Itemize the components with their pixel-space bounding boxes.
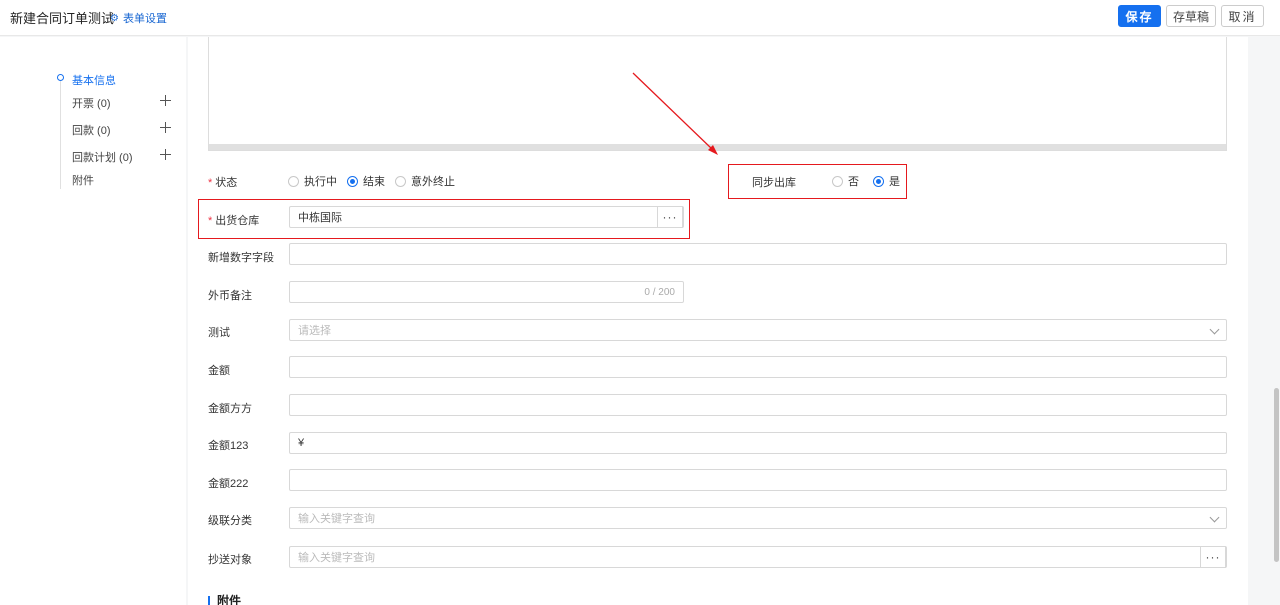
sync-outbound-highlight-box <box>728 164 907 199</box>
amount123-input[interactable]: ¥ <box>289 432 1227 454</box>
fx-note-label: 外币备注 <box>208 290 252 302</box>
chevron-down-icon <box>1209 512 1220 523</box>
amount-fangfang-label: 金额方方 <box>208 403 252 415</box>
gear-icon: ⚙ <box>110 12 119 24</box>
amount222-input[interactable] <box>289 469 1227 491</box>
nav-item-attachment[interactable]: 附件 <box>72 172 94 188</box>
radio-circle-icon <box>395 175 406 187</box>
amount123-label: 金额123 <box>208 440 249 452</box>
amount-fangfang-input[interactable] <box>289 394 1227 416</box>
form-settings-label: 表单设置 <box>122 13 167 25</box>
form-main: * 状态 执行中 结束 意外终止 同步出库 否 是 * 出货仓库 中栋国际 ··· … <box>188 37 1248 605</box>
status-label: * 状态 <box>208 177 238 189</box>
amount222-label: 金额222 <box>208 478 249 490</box>
page-scrollbar[interactable] <box>1274 388 1279 562</box>
cc-picker-button[interactable]: ··· <box>1200 546 1226 568</box>
amount-label: 金额 <box>208 365 230 377</box>
cc-input[interactable]: 输入关键字查询 ··· <box>289 546 1227 568</box>
char-counter: 0 / 200 <box>644 287 675 298</box>
cancel-button[interactable]: 取消 <box>1221 5 1264 27</box>
add-invoice-plus-icon[interactable] <box>160 95 172 107</box>
new-number-field-label: 新增数字字段 <box>208 252 274 264</box>
horizontal-scrollbar[interactable] <box>209 144 1226 150</box>
nav-item-invoice[interactable]: 开票 (0) <box>72 95 111 111</box>
warehouse-highlight-box <box>198 199 690 239</box>
fx-note-input[interactable]: 0 / 200 <box>289 281 684 303</box>
add-payment-plan-plus-icon[interactable] <box>160 149 172 161</box>
status-radio-group: 执行中 结束 意外终止 <box>288 173 455 189</box>
nav-active-dot-icon <box>57 74 64 81</box>
status-option-terminated[interactable]: 意外终止 <box>395 173 455 189</box>
nav-item-basic-info[interactable]: 基本信息 <box>72 72 116 88</box>
cascade-select[interactable]: 输入关键字查询 <box>289 507 1227 529</box>
new-number-field-input[interactable] <box>289 243 1227 265</box>
add-payment-plus-icon[interactable] <box>160 122 172 134</box>
nav-item-payment-plan[interactable]: 回款计划 (0) <box>72 149 133 165</box>
radio-circle-icon <box>288 175 299 187</box>
status-option-executing[interactable]: 执行中 <box>288 173 337 189</box>
save-button[interactable]: 保存 <box>1118 5 1161 27</box>
chevron-down-icon <box>1209 324 1220 335</box>
radio-checked-icon <box>347 175 358 187</box>
rich-text-area[interactable] <box>208 37 1227 151</box>
form-settings-link[interactable]: ⚙ 表单设置 <box>110 10 167 26</box>
attachment-section-title: 附件 <box>208 595 241 605</box>
nav-line <box>60 81 61 189</box>
status-option-ended[interactable]: 结束 <box>347 173 385 189</box>
cc-label: 抄送对象 <box>208 554 252 566</box>
save-draft-button[interactable]: 存草稿 <box>1166 5 1216 27</box>
page-title: 新建合同订单测试 <box>10 11 115 26</box>
test-label: 测试 <box>208 327 230 339</box>
nav-item-payment[interactable]: 回款 (0) <box>72 122 111 138</box>
cascade-label: 级联分类 <box>208 515 252 527</box>
amount-input[interactable] <box>289 356 1227 378</box>
section-nav: 基本信息 开票 (0) 回款 (0) 回款计划 (0) 附件 <box>0 37 186 605</box>
test-select[interactable]: 请选择 <box>289 319 1227 341</box>
top-bar: 新建合同订单测试 ⚙ 表单设置 保存 存草稿 取消 <box>0 0 1280 36</box>
